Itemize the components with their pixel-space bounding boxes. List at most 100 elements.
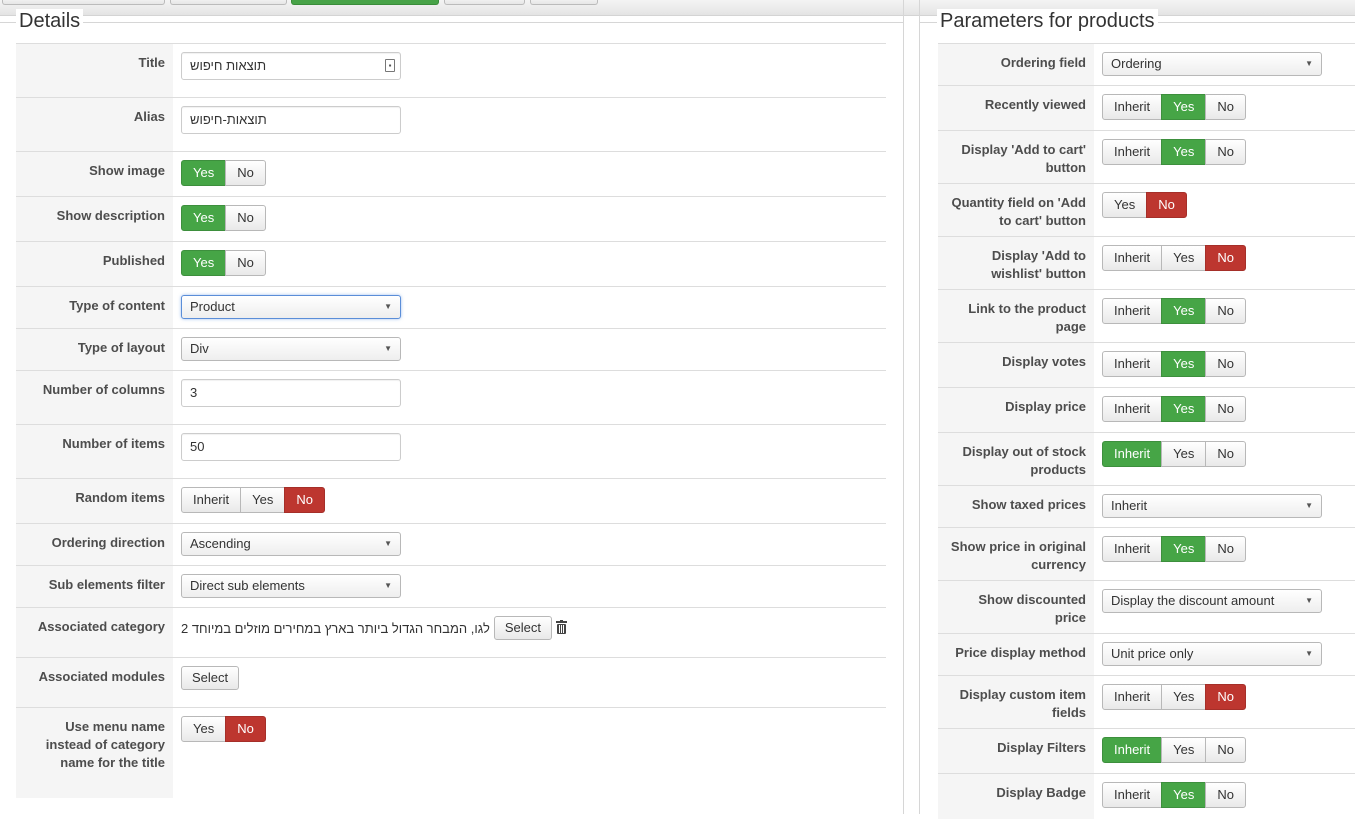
link-to-product-page-yes-button[interactable]: Yes — [1161, 298, 1207, 324]
display-custom-item-fields-inherit-button[interactable]: Inherit — [1102, 684, 1163, 710]
display-price-yes-button[interactable]: Yes — [1161, 396, 1207, 422]
use-menu-name-no-button[interactable]: No — [225, 716, 266, 742]
display-add-to-cart-no-button[interactable]: No — [1205, 139, 1246, 165]
type-of-content-select[interactable]: Product ▼ — [181, 295, 401, 319]
display-add-to-wishlist-yes-button[interactable]: Yes — [1161, 245, 1207, 271]
random-items-inherit-button[interactable]: Inherit — [181, 487, 242, 513]
show-image-no-button[interactable]: No — [225, 160, 266, 186]
trash-icon[interactable] — [556, 619, 567, 637]
display-custom-item-fields-yes-button[interactable]: Yes — [1161, 684, 1207, 710]
row-number-of-items: Number of items 50 — [16, 424, 886, 479]
label-sub-elements-filter: Sub elements filter — [16, 565, 173, 608]
published-yes-button[interactable]: Yes — [181, 250, 227, 276]
recently-viewed-no-button[interactable]: No — [1205, 94, 1246, 120]
row-show-image: Show image Yes No — [16, 151, 886, 197]
show-image-yes-button[interactable]: Yes — [181, 160, 227, 186]
label-associated-modules: Associated modules — [16, 657, 173, 708]
link-to-product-page-toggle: Inherit Yes No — [1102, 298, 1246, 324]
link-to-product-page-no-button[interactable]: No — [1205, 298, 1246, 324]
alias-input[interactable]: תוצאות-חיפוש — [181, 106, 401, 134]
row-associated-modules: Associated modules Select — [16, 657, 886, 708]
row-show-description: Show description Yes No — [16, 196, 886, 242]
row-type-of-content: Type of content Product ▼ — [16, 286, 886, 329]
price-display-method-value: Unit price only — [1111, 646, 1194, 661]
show-discounted-price-select[interactable]: Display the discount amount ▼ — [1102, 589, 1322, 613]
row-number-of-columns: Number of columns 3 — [16, 370, 886, 425]
display-custom-item-fields-toggle: Inherit Yes No — [1102, 684, 1246, 710]
random-items-no-button[interactable]: No — [284, 487, 325, 513]
display-add-to-wishlist-inherit-button[interactable]: Inherit — [1102, 245, 1163, 271]
published-no-button[interactable]: No — [225, 250, 266, 276]
quantity-field-no-button[interactable]: No — [1146, 192, 1187, 218]
label-show-taxed-prices: Show taxed prices — [938, 485, 1094, 528]
type-of-layout-select[interactable]: Div ▼ — [181, 337, 401, 361]
ordering-direction-select[interactable]: Ascending ▼ — [181, 532, 401, 556]
chevron-down-icon: ▼ — [1305, 596, 1313, 605]
number-of-columns-input[interactable]: 3 — [181, 379, 401, 407]
title-input[interactable]: תוצאות חיפוש ▪ — [181, 52, 401, 80]
label-display-price: Display price — [938, 387, 1094, 433]
parameters-legend: Parameters for products — [937, 9, 1158, 33]
display-custom-item-fields-no-button[interactable]: No — [1205, 684, 1246, 710]
ordering-field-select[interactable]: Ordering ▼ — [1102, 52, 1322, 76]
row-alias: Alias תוצאות-חיפוש — [16, 97, 886, 152]
display-votes-yes-button[interactable]: Yes — [1161, 351, 1207, 377]
display-badge-no-button[interactable]: No — [1205, 782, 1246, 808]
row-display-custom-item-fields: Display custom item fields Inherit Yes N… — [938, 675, 1355, 729]
display-add-to-cart-toggle: Inherit Yes No — [1102, 139, 1246, 165]
label-display-votes: Display votes — [938, 342, 1094, 388]
display-badge-inherit-button[interactable]: Inherit — [1102, 782, 1163, 808]
display-votes-inherit-button[interactable]: Inherit — [1102, 351, 1163, 377]
published-toggle: Yes No — [181, 250, 266, 276]
quantity-field-toggle: Yes No — [1102, 192, 1187, 218]
display-votes-no-button[interactable]: No — [1205, 351, 1246, 377]
show-price-original-currency-no-button[interactable]: No — [1205, 536, 1246, 562]
number-of-items-input[interactable]: 50 — [181, 433, 401, 461]
label-show-price-original-currency: Show price in original currency — [938, 527, 1094, 581]
label-quantity-field: Quantity field on 'Add to cart' button — [938, 183, 1094, 237]
recently-viewed-yes-button[interactable]: Yes — [1161, 94, 1207, 120]
chevron-down-icon: ▼ — [1305, 59, 1313, 68]
display-filters-no-button[interactable]: No — [1205, 737, 1246, 763]
show-description-yes-button[interactable]: Yes — [181, 205, 227, 231]
use-menu-name-yes-button[interactable]: Yes — [181, 716, 227, 742]
label-recently-viewed: Recently viewed — [938, 85, 1094, 131]
recently-viewed-toggle: Inherit Yes No — [1102, 94, 1246, 120]
show-price-original-currency-yes-button[interactable]: Yes — [1161, 536, 1207, 562]
quantity-field-yes-button[interactable]: Yes — [1102, 192, 1148, 218]
link-to-product-page-inherit-button[interactable]: Inherit — [1102, 298, 1163, 324]
label-type-of-layout: Type of layout — [16, 328, 173, 371]
ordering-direction-value: Ascending — [190, 536, 251, 551]
associated-category-select-button[interactable]: Select — [493, 616, 552, 640]
number-of-columns-value: 3 — [190, 385, 198, 400]
display-add-to-wishlist-toggle: Inherit Yes No — [1102, 245, 1246, 271]
display-price-inherit-button[interactable]: Inherit — [1102, 396, 1163, 422]
recently-viewed-inherit-button[interactable]: Inherit — [1102, 94, 1163, 120]
label-link-to-product-page: Link to the product page — [938, 289, 1094, 343]
display-filters-yes-button[interactable]: Yes — [1161, 737, 1207, 763]
display-out-of-stock-inherit-button[interactable]: Inherit — [1102, 441, 1163, 467]
label-ordering-field: Ordering field — [938, 43, 1094, 86]
display-out-of-stock-yes-button[interactable]: Yes — [1161, 441, 1207, 467]
label-price-display-method: Price display method — [938, 633, 1094, 676]
display-price-no-button[interactable]: No — [1205, 396, 1246, 422]
display-add-to-wishlist-no-button[interactable]: No — [1205, 245, 1246, 271]
sub-elements-filter-select[interactable]: Direct sub elements ▼ — [181, 574, 401, 598]
display-filters-inherit-button[interactable]: Inherit — [1102, 737, 1163, 763]
details-legend: Details — [16, 9, 84, 33]
display-add-to-cart-yes-button[interactable]: Yes — [1161, 139, 1207, 165]
display-out-of-stock-no-button[interactable]: No — [1205, 441, 1246, 467]
row-recently-viewed: Recently viewed Inherit Yes No — [938, 85, 1355, 131]
chevron-down-icon: ▼ — [384, 302, 392, 311]
display-badge-yes-button[interactable]: Yes — [1161, 782, 1207, 808]
show-taxed-prices-select[interactable]: Inherit ▼ — [1102, 494, 1322, 518]
price-display-method-select[interactable]: Unit price only ▼ — [1102, 642, 1322, 666]
details-panel: Details Title תוצאות חיפוש ▪ Alias תוצאו… — [0, 0, 904, 814]
ordering-field-value: Ordering — [1111, 56, 1162, 71]
show-description-no-button[interactable]: No — [225, 205, 266, 231]
associated-modules-select-button[interactable]: Select — [181, 666, 240, 690]
chevron-down-icon: ▼ — [1305, 649, 1313, 658]
random-items-yes-button[interactable]: Yes — [240, 487, 286, 513]
display-add-to-cart-inherit-button[interactable]: Inherit — [1102, 139, 1163, 165]
show-price-original-currency-inherit-button[interactable]: Inherit — [1102, 536, 1163, 562]
